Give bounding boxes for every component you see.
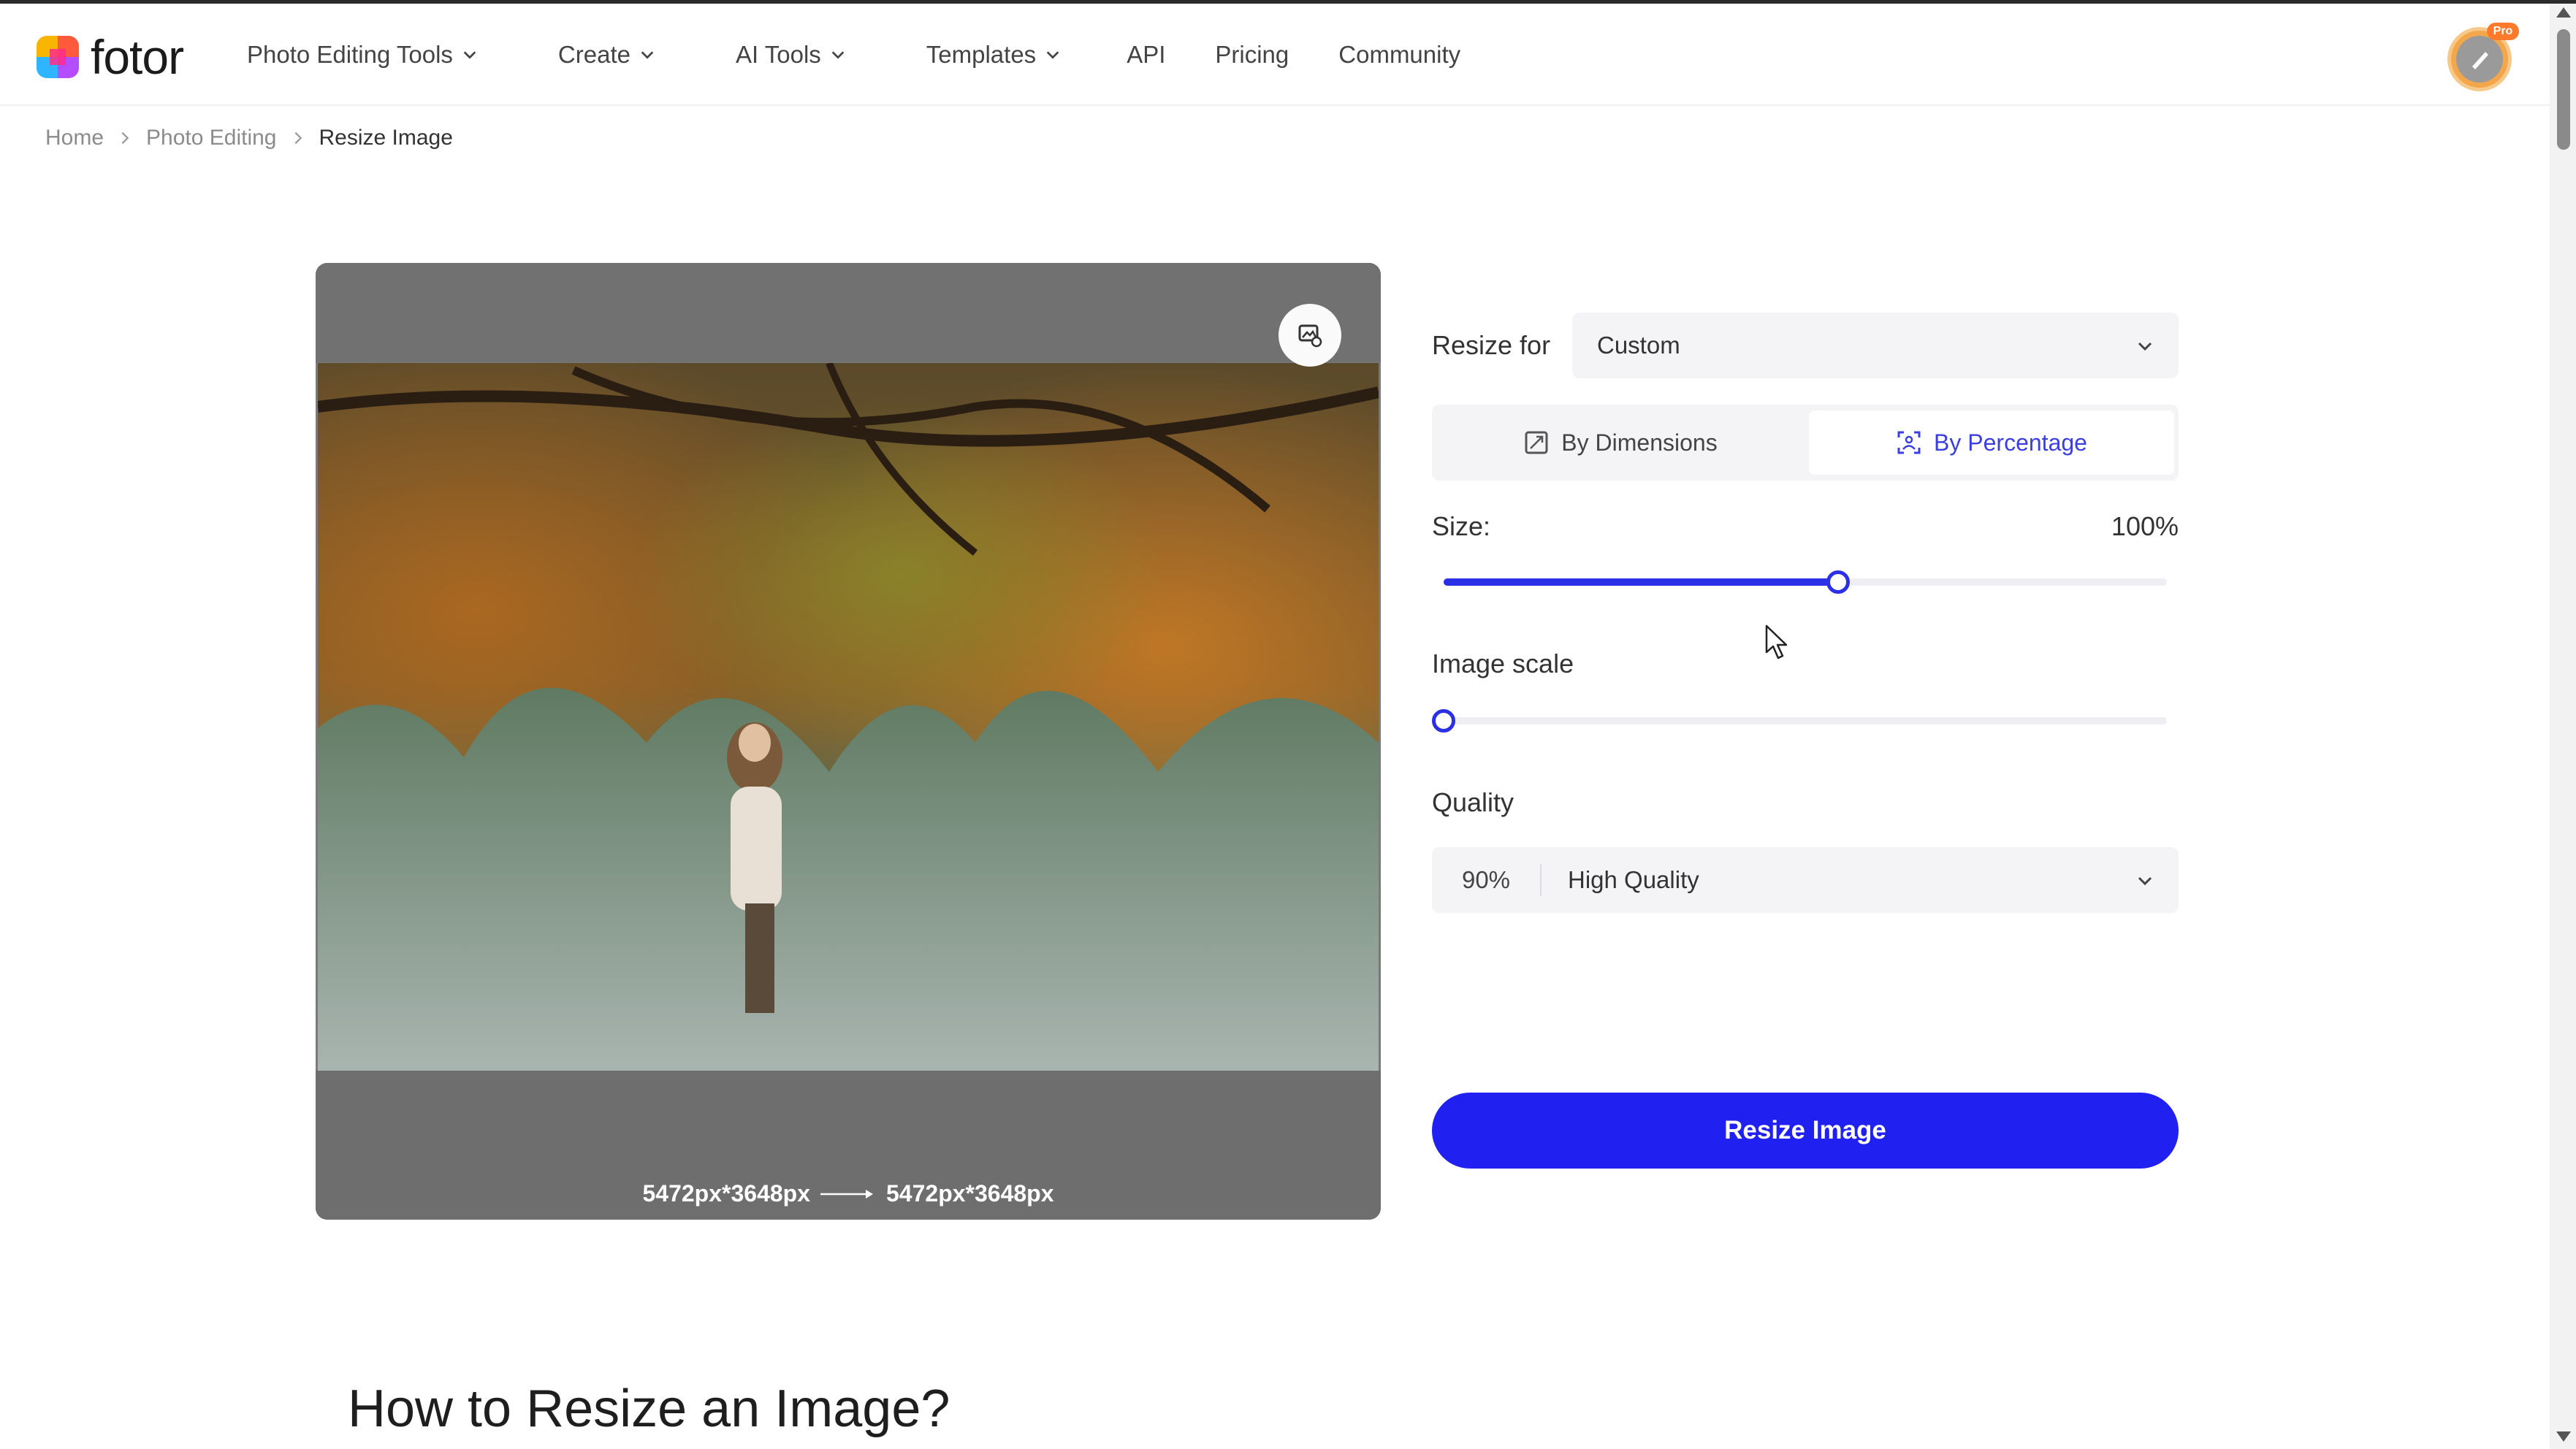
resize-for-value: Custom [1597, 332, 1680, 359]
chevron-down-icon [831, 51, 845, 59]
chevron-down-icon [2138, 342, 2152, 351]
size-slider[interactable] [1444, 570, 2167, 594]
uploaded-photo [318, 363, 1379, 1071]
breadcrumb-home[interactable]: Home [45, 126, 104, 150]
scrollbar-thumb[interactable] [2557, 29, 2570, 150]
breadcrumb: Home Photo Editing Resize Image [45, 126, 453, 150]
size-slider-fill [1444, 578, 1838, 586]
quality-percent: 90% [1432, 864, 1542, 896]
nav-photo-editing-tools[interactable]: Photo Editing Tools [247, 41, 478, 69]
nav-label: Photo Editing Tools [247, 41, 453, 68]
nav-templates[interactable]: Templates [926, 41, 1061, 69]
tab-by-dimensions[interactable]: By Dimensions [1438, 410, 1803, 475]
tab-by-percentage[interactable]: By Percentage [1809, 410, 2174, 475]
arrow-right-icon [820, 1189, 873, 1198]
scroll-down-arrow-icon[interactable] [2556, 1431, 2571, 1442]
tab-label: By Dimensions [1561, 429, 1718, 456]
nav-ai-tools[interactable]: AI Tools [736, 41, 846, 69]
chevron-down-icon [1046, 51, 1059, 59]
site-header: fotor Photo Editing Tools Create AI Tool… [0, 4, 2550, 106]
chevron-down-icon [463, 51, 476, 59]
quality-value: High Quality [1568, 866, 1699, 893]
dimension-readout: 5472px*3648px 5472px*3648px [316, 1180, 1381, 1207]
fotor-logo[interactable]: fotor [37, 30, 184, 84]
chevron-right-icon [121, 131, 129, 145]
page-scrollbar[interactable] [2550, 4, 2576, 1449]
resize-for-label: Resize for [1432, 330, 1551, 360]
fotor-wordmark: fotor [91, 30, 184, 84]
image-scale-label: Image scale [1432, 649, 1574, 678]
mouse-cursor-icon [1765, 624, 1788, 659]
quality-select[interactable]: 90% High Quality [1432, 847, 2179, 913]
avatar-pen-icon [2472, 52, 2488, 69]
resize-for-select[interactable]: Custom [1572, 313, 2179, 378]
pro-badge: Pro [2487, 23, 2519, 40]
new-dimensions: 5472px*3648px [886, 1180, 1054, 1207]
image-preview-panel: 5472px*3648px 5472px*3648px [316, 263, 1381, 1220]
nav-label: AI Tools [735, 41, 821, 68]
main-nav: Photo Editing Tools Create AI Tools Temp… [247, 4, 1460, 106]
original-dimensions: 5472px*3648px [642, 1180, 810, 1207]
resize-mode-tabs: By Dimensions By Percentage [1432, 405, 2179, 481]
nav-pricing[interactable]: Pricing [1215, 41, 1289, 69]
nav-community[interactable]: Community [1338, 41, 1460, 69]
resize-image-button[interactable]: Resize Image [1432, 1093, 2179, 1169]
size-value: 100% [2111, 511, 2179, 541]
percentage-icon [1897, 431, 1921, 454]
nav-create[interactable]: Create [558, 41, 655, 69]
compare-icon [1298, 324, 1322, 348]
how-to-heading: How to Resize an Image? [348, 1380, 950, 1438]
image-scale-slider-handle[interactable] [1432, 709, 1455, 733]
image-scale-slider[interactable] [1432, 709, 2167, 733]
breadcrumb-photo-editing[interactable]: Photo Editing [146, 126, 276, 150]
chevron-down-icon [2138, 876, 2152, 886]
chevron-right-icon [294, 131, 302, 145]
fotor-logo-mark-icon [37, 36, 79, 78]
breadcrumb-current: Resize Image [319, 126, 453, 150]
nav-label: API [1127, 41, 1166, 68]
dimensions-icon [1525, 431, 1548, 454]
scroll-up-arrow-icon[interactable] [2556, 7, 2571, 18]
tab-label: By Percentage [1934, 429, 2087, 456]
panel-top-padding [316, 263, 1381, 362]
nav-label: Templates [926, 41, 1037, 68]
compare-button[interactable] [1279, 304, 1341, 367]
nav-label: Community [1338, 41, 1461, 68]
nav-label: Create [557, 41, 630, 68]
size-slider-handle[interactable] [1826, 570, 1850, 594]
avatar-image [2456, 36, 2503, 83]
nav-api[interactable]: API [1127, 41, 1165, 69]
quality-label: Quality [1432, 787, 1514, 817]
size-label: Size: [1432, 511, 1491, 541]
nav-label: Pricing [1215, 41, 1289, 68]
chevron-down-icon [641, 51, 654, 59]
